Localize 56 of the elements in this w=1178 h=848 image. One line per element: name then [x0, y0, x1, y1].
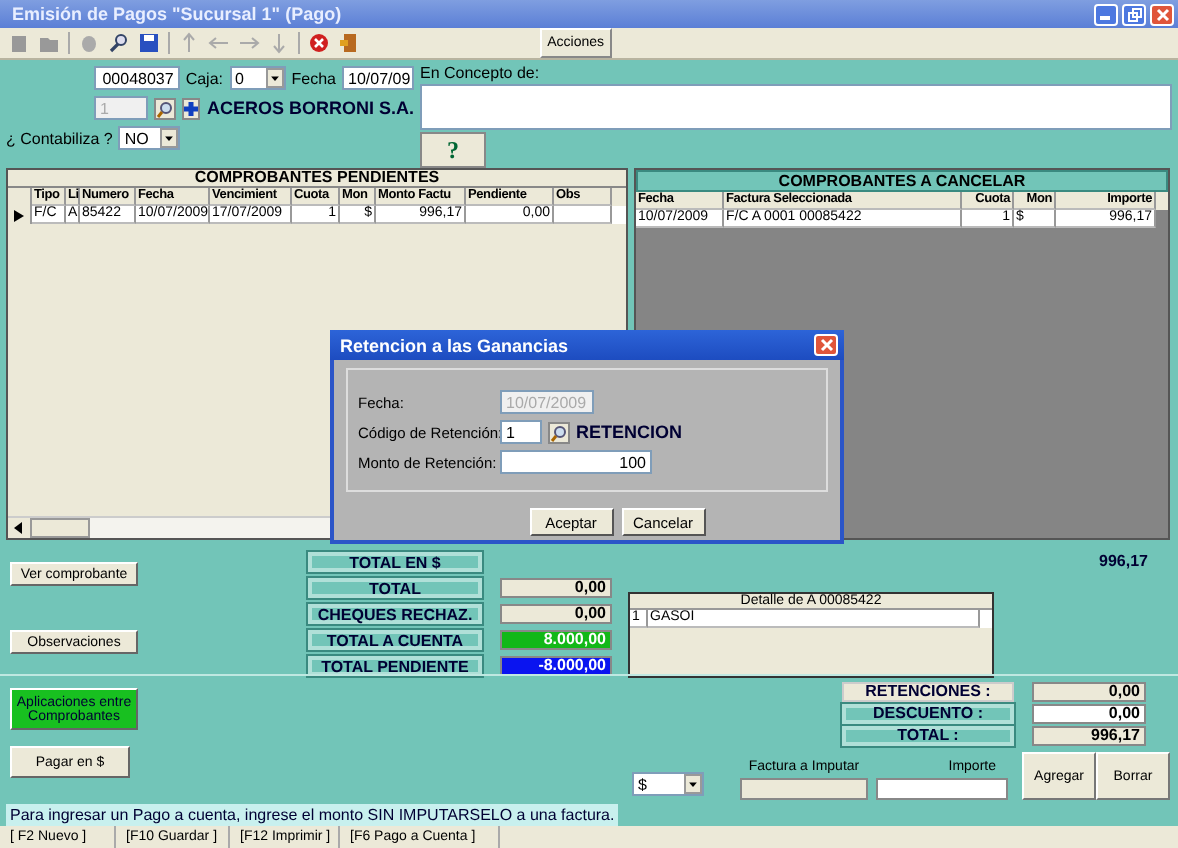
amount-field[interactable]	[876, 778, 1008, 800]
code-field[interactable]: 1	[500, 420, 542, 444]
amount-field[interactable]: 100	[500, 450, 652, 474]
summary-value: 0,00	[1032, 704, 1146, 724]
summary-value: 0,00	[1032, 682, 1146, 702]
close-button[interactable]	[814, 334, 838, 356]
close-icon	[819, 338, 833, 352]
close-icon	[1155, 7, 1169, 21]
summary-value: 996,17	[1032, 726, 1146, 746]
summary-label: TOTAL :	[842, 726, 1014, 746]
contabiliza-label: ¿ Contabiliza ?	[6, 129, 113, 147]
total-label: TOTAL EN $	[308, 552, 482, 572]
search-icon[interactable]	[108, 32, 130, 54]
contabiliza-select[interactable]: NO	[118, 126, 181, 150]
concept-label: En Concepto de:	[420, 64, 542, 82]
exit-door-icon[interactable]	[338, 32, 360, 54]
window-title: Emisión de Pagos "Sucursal 1" (Pago)	[12, 4, 344, 24]
help-button[interactable]: ?	[420, 132, 486, 168]
total-label: TOTAL A CUENTA	[308, 630, 482, 650]
invoice-field[interactable]	[740, 778, 868, 800]
provider-name: ACEROS BORRONI S.A.	[206, 98, 414, 118]
grand-total: 996,17	[1099, 552, 1148, 572]
fecha-label: Fecha	[291, 69, 336, 87]
total-value: 8.000,00	[500, 630, 612, 650]
cancel-icon[interactable]	[308, 32, 330, 54]
add-button[interactable]	[182, 97, 201, 119]
dialog-title: Retencion a las Ganancias	[340, 335, 571, 355]
currency-select[interactable]: $	[632, 772, 704, 796]
minimize-button[interactable]	[1094, 3, 1118, 25]
folder-icon[interactable]	[38, 32, 60, 54]
scroll-thumb[interactable]	[30, 518, 90, 538]
close-button[interactable]	[1150, 3, 1174, 25]
save-icon[interactable]	[138, 32, 160, 54]
scroll-left-icon[interactable]	[8, 518, 30, 538]
date-field[interactable]: 10/07/09	[342, 66, 414, 90]
hint-message: Para ingresar un Pago a cuenta, ingrese el monto SIN IMPUTARSELO a una factura.	[6, 804, 619, 826]
retention-name: RETENCION	[576, 422, 683, 442]
total-label: TOTAL PENDIENTE	[308, 656, 482, 676]
total-label: TOTAL	[308, 578, 482, 598]
number-field[interactable]: 00048037	[94, 66, 180, 90]
cancel-title: COMPROBANTES A CANCELAR	[636, 170, 1168, 192]
pending-title: COMPROBANTES PENDIENTES	[8, 170, 626, 188]
plus-icon	[184, 101, 199, 115]
restore-icon	[1127, 7, 1141, 21]
table-cell	[554, 206, 612, 224]
total-value: -8.000,00	[500, 656, 612, 676]
document-icon[interactable]	[8, 32, 30, 54]
concept-field[interactable]	[420, 84, 1172, 131]
summary-label: RETENCIONES :	[842, 682, 1014, 702]
restore-button[interactable]	[1122, 3, 1146, 25]
total-label: CHEQUES RECHAZ.	[308, 604, 482, 624]
summary-label: DESCUENTO :	[842, 704, 1014, 724]
caja-label: Caja:	[185, 69, 223, 87]
caja-select[interactable]: 0	[229, 66, 286, 90]
total-value: 0,00	[500, 604, 612, 624]
total-value: 0,00	[500, 578, 612, 598]
